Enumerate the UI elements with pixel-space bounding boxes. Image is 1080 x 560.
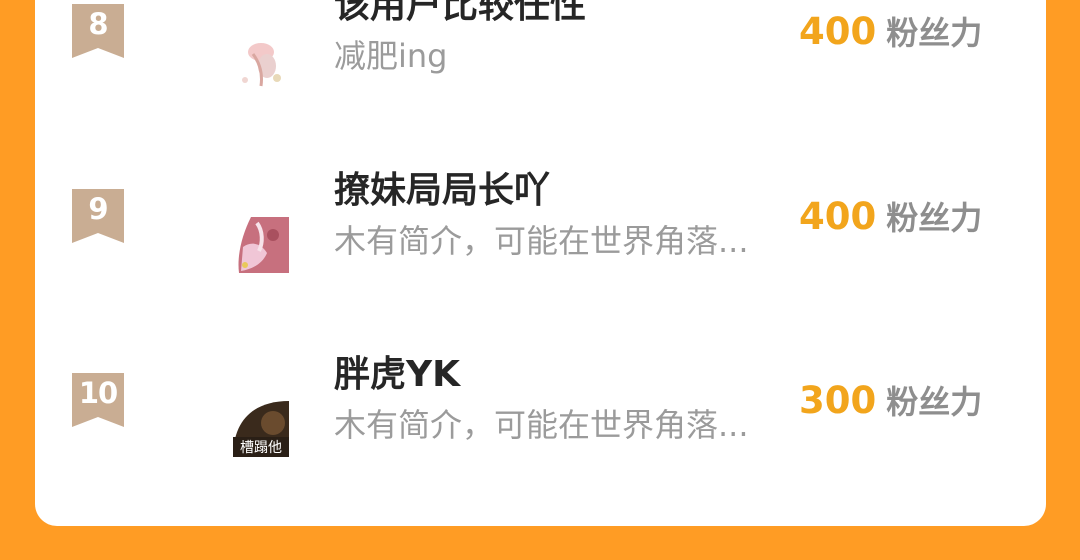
score-unit: 粉丝力 — [886, 14, 983, 52]
score-value: 400 — [799, 10, 877, 53]
rank-number: 8 — [88, 7, 108, 41]
user-name[interactable]: 该用户比较任性 — [334, 0, 586, 28]
leaderboard-row[interactable]: 8 该用户比较任性 减肥ing 400 粉丝力 — [35, 0, 1046, 140]
user-name[interactable]: 撩妹局局长吖 — [334, 169, 550, 213]
rank-badge: 10 — [72, 373, 124, 427]
leaderboard-row[interactable]: 10 槽蹋他 胖虎YK 木有简介，可能在世界角落... 300 粉丝力 — [35, 339, 1046, 509]
score-value: 300 — [799, 379, 877, 422]
score-unit: 粉丝力 — [886, 199, 983, 237]
video-still-avatar-icon[interactable]: 槽蹋他 — [233, 401, 289, 457]
user-bio: 减肥ing — [334, 37, 448, 75]
pink-floral-avatar-icon[interactable] — [233, 32, 289, 88]
fan-power-score: 300 粉丝力 — [799, 379, 982, 430]
fan-power-score: 400 粉丝力 — [799, 10, 982, 61]
score-value: 400 — [799, 195, 877, 238]
rank-number: 10 — [78, 376, 118, 410]
user-bio: 木有简介，可能在世界角落... — [334, 222, 749, 260]
leaderboard-card: 8 该用户比较任性 减肥ing 400 粉丝力 9 撩妹局局长吖 木有简介，可能… — [35, 0, 1046, 526]
rank-number: 9 — [88, 192, 108, 226]
leaderboard-row[interactable]: 9 撩妹局局长吖 木有简介，可能在世界角落... 400 粉丝力 — [35, 155, 1046, 325]
user-bio: 木有简介，可能在世界角落... — [334, 406, 749, 444]
anime-girl-avatar-icon[interactable] — [233, 217, 289, 273]
fan-power-score: 400 粉丝力 — [799, 195, 982, 246]
user-name[interactable]: 胖虎YK — [334, 353, 460, 397]
rank-badge: 9 — [72, 189, 124, 243]
score-unit: 粉丝力 — [886, 383, 983, 421]
avatar-caption: 槽蹋他 — [240, 440, 282, 456]
rank-badge: 8 — [72, 4, 124, 58]
